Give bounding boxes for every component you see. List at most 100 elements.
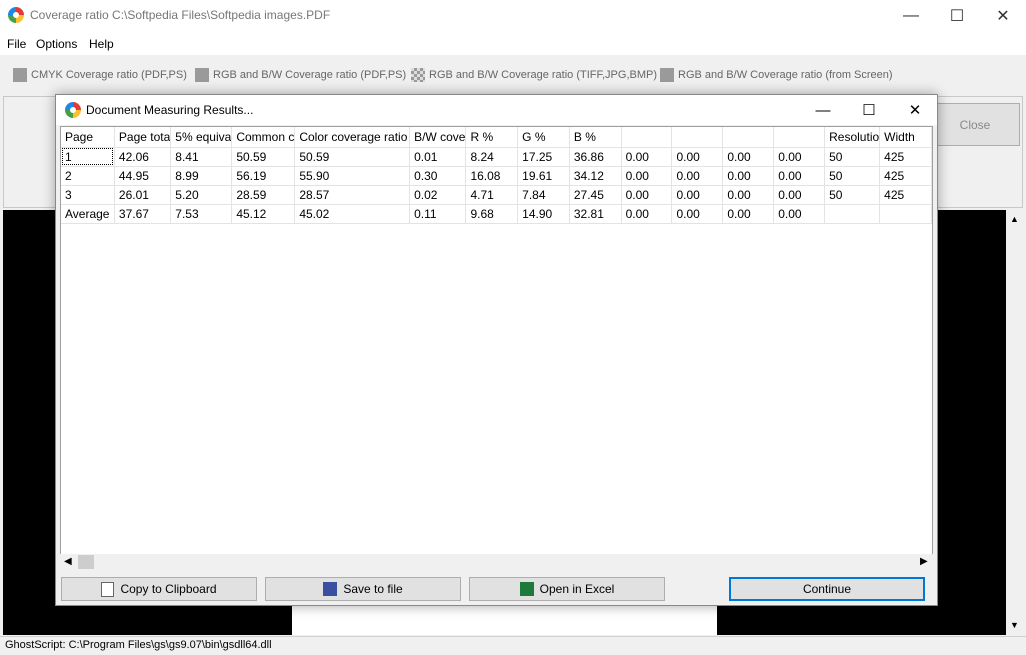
- table-cell[interactable]: 34.12: [569, 166, 622, 186]
- horizontal-scrollbar[interactable]: ◀ ▶: [60, 554, 933, 571]
- table-cell[interactable]: 425: [879, 147, 932, 167]
- table-cell[interactable]: 2: [61, 166, 115, 186]
- table-cell[interactable]: 0.00: [621, 204, 673, 224]
- table-cell[interactable]: 0.00: [722, 185, 775, 205]
- menu-file[interactable]: File: [7, 37, 26, 51]
- panel-close-button[interactable]: Close: [930, 103, 1020, 146]
- column-header[interactable]: G %: [517, 127, 570, 148]
- scroll-right-icon[interactable]: ▶: [920, 556, 928, 567]
- dialog-maximize-button[interactable]: ☐: [846, 95, 892, 125]
- table-cell[interactable]: 8.41: [170, 147, 233, 167]
- table-cell[interactable]: 27.45: [569, 185, 622, 205]
- column-header[interactable]: B/W cove: [409, 127, 467, 148]
- minimize-button[interactable]: —: [888, 0, 934, 31]
- save-to-file-button[interactable]: Save to file: [265, 577, 461, 601]
- table-cell[interactable]: 8.24: [465, 147, 519, 167]
- column-header[interactable]: 5% equiva: [170, 127, 233, 148]
- table-cell[interactable]: 0.00: [671, 147, 724, 167]
- table-cell[interactable]: 7.84: [517, 185, 570, 205]
- table-cell[interactable]: 55.90: [294, 166, 411, 186]
- table-cell[interactable]: 44.95: [114, 166, 172, 186]
- vertical-scrollbar[interactable]: ▲ ▼: [1006, 210, 1023, 635]
- rgb-pdf-coverage-button[interactable]: RGB and B/W Coverage ratio (PDF,PS): [195, 68, 406, 82]
- table-cell[interactable]: 37.67: [114, 204, 172, 224]
- dialog-close-button[interactable]: ✕: [892, 95, 938, 125]
- table-row[interactable]: 1 42.06 8.41 50.59 50.59 0.01 8.24 17.25 36.86 0.…: [61, 147, 932, 167]
- column-header[interactable]: [671, 127, 724, 148]
- copy-to-clipboard-button[interactable]: Copy to Clipboard: [61, 577, 257, 601]
- menu-help[interactable]: Help: [89, 37, 114, 51]
- table-cell[interactable]: 45.02: [294, 204, 411, 224]
- table-cell[interactable]: 0.00: [671, 166, 724, 186]
- column-header[interactable]: B %: [569, 127, 622, 148]
- table-cell[interactable]: 0.00: [773, 185, 826, 205]
- table-row[interactable]: Average 37.67 7.53 45.12 45.02 0.11 9.68 14.90 3…: [61, 204, 932, 224]
- table-cell[interactable]: 0.00: [722, 147, 775, 167]
- scroll-left-icon[interactable]: ◀: [64, 556, 72, 567]
- table-cell[interactable]: 0.00: [773, 166, 826, 186]
- cmyk-coverage-button[interactable]: CMYK Coverage ratio (PDF,PS): [13, 68, 187, 82]
- table-cell[interactable]: [879, 204, 932, 224]
- table-cell[interactable]: 4.71: [465, 185, 519, 205]
- open-in-excel-button[interactable]: Open in Excel: [469, 577, 665, 601]
- table-cell[interactable]: 17.25: [517, 147, 570, 167]
- table-cell[interactable]: 425: [879, 166, 932, 186]
- table-cell[interactable]: 0.00: [722, 204, 775, 224]
- close-window-button[interactable]: ✕: [980, 0, 1026, 31]
- maximize-button[interactable]: ☐: [934, 0, 980, 31]
- table-cell[interactable]: 0.00: [671, 204, 724, 224]
- column-header[interactable]: Resolutio: [824, 127, 881, 148]
- table-cell[interactable]: 16.08: [465, 166, 519, 186]
- column-header[interactable]: Width: [879, 127, 932, 148]
- scroll-up-icon[interactable]: ▲: [1010, 214, 1019, 224]
- column-header[interactable]: R %: [465, 127, 519, 148]
- column-header[interactable]: Color coverage ratio: [294, 127, 411, 148]
- table-cell[interactable]: 19.61: [517, 166, 570, 186]
- table-cell[interactable]: 50.59: [231, 147, 296, 167]
- rgb-image-coverage-button[interactable]: RGB and B/W Coverage ratio (TIFF,JPG,BMP…: [411, 68, 657, 82]
- table-cell[interactable]: 56.19: [231, 166, 296, 186]
- table-cell[interactable]: 425: [879, 185, 932, 205]
- column-header[interactable]: [773, 127, 826, 148]
- table-cell[interactable]: 0.30: [409, 166, 467, 186]
- table-cell[interactable]: 0.00: [621, 147, 673, 167]
- column-header[interactable]: [621, 127, 673, 148]
- table-cell[interactable]: 50: [824, 147, 881, 167]
- table-cell[interactable]: 0.00: [722, 166, 775, 186]
- table-cell[interactable]: 28.59: [231, 185, 296, 205]
- table-cell[interactable]: 50: [824, 166, 881, 186]
- table-cell[interactable]: 7.53: [170, 204, 233, 224]
- table-cell[interactable]: 3: [61, 185, 115, 205]
- table-cell[interactable]: 50: [824, 185, 881, 205]
- table-cell[interactable]: 45.12: [231, 204, 296, 224]
- table-cell[interactable]: 0.00: [773, 204, 826, 224]
- table-cell[interactable]: 42.06: [114, 147, 172, 167]
- table-cell[interactable]: 8.99: [170, 166, 233, 186]
- rgb-screen-coverage-button[interactable]: RGB and B/W Coverage ratio (from Screen): [660, 68, 893, 82]
- table-cell[interactable]: [824, 204, 881, 224]
- dialog-minimize-button[interactable]: —: [800, 95, 846, 125]
- scroll-thumb[interactable]: [78, 555, 94, 569]
- column-header[interactable]: [722, 127, 775, 148]
- column-header[interactable]: Page tota: [114, 127, 172, 148]
- table-cell[interactable]: 0.00: [671, 185, 724, 205]
- table-cell[interactable]: 9.68: [465, 204, 519, 224]
- table-cell[interactable]: 32.81: [569, 204, 622, 224]
- table-cell[interactable]: Average: [61, 204, 115, 224]
- column-header[interactable]: Page: [61, 127, 115, 148]
- table-cell[interactable]: 36.86: [569, 147, 622, 167]
- table-cell[interactable]: 28.57: [294, 185, 411, 205]
- results-grid[interactable]: Page Page tota 5% equiva Common c Color cove…: [60, 126, 933, 570]
- column-header[interactable]: Common c: [231, 127, 296, 148]
- table-row[interactable]: 3 26.01 5.20 28.59 28.57 0.02 4.71 7.84 27.45 0.0…: [61, 185, 932, 205]
- continue-button[interactable]: Continue: [729, 577, 925, 601]
- table-row[interactable]: 2 44.95 8.99 56.19 55.90 0.30 16.08 19.61 34.12 0…: [61, 166, 932, 186]
- table-cell[interactable]: 0.11: [409, 204, 467, 224]
- table-cell[interactable]: 0.01: [409, 147, 467, 167]
- table-cell[interactable]: 0.00: [773, 147, 826, 167]
- table-cell[interactable]: 0.00: [621, 185, 673, 205]
- menu-options[interactable]: Options: [36, 37, 77, 51]
- table-cell[interactable]: 26.01: [114, 185, 172, 205]
- table-cell[interactable]: 0.02: [409, 185, 467, 205]
- table-cell[interactable]: 1: [61, 147, 115, 167]
